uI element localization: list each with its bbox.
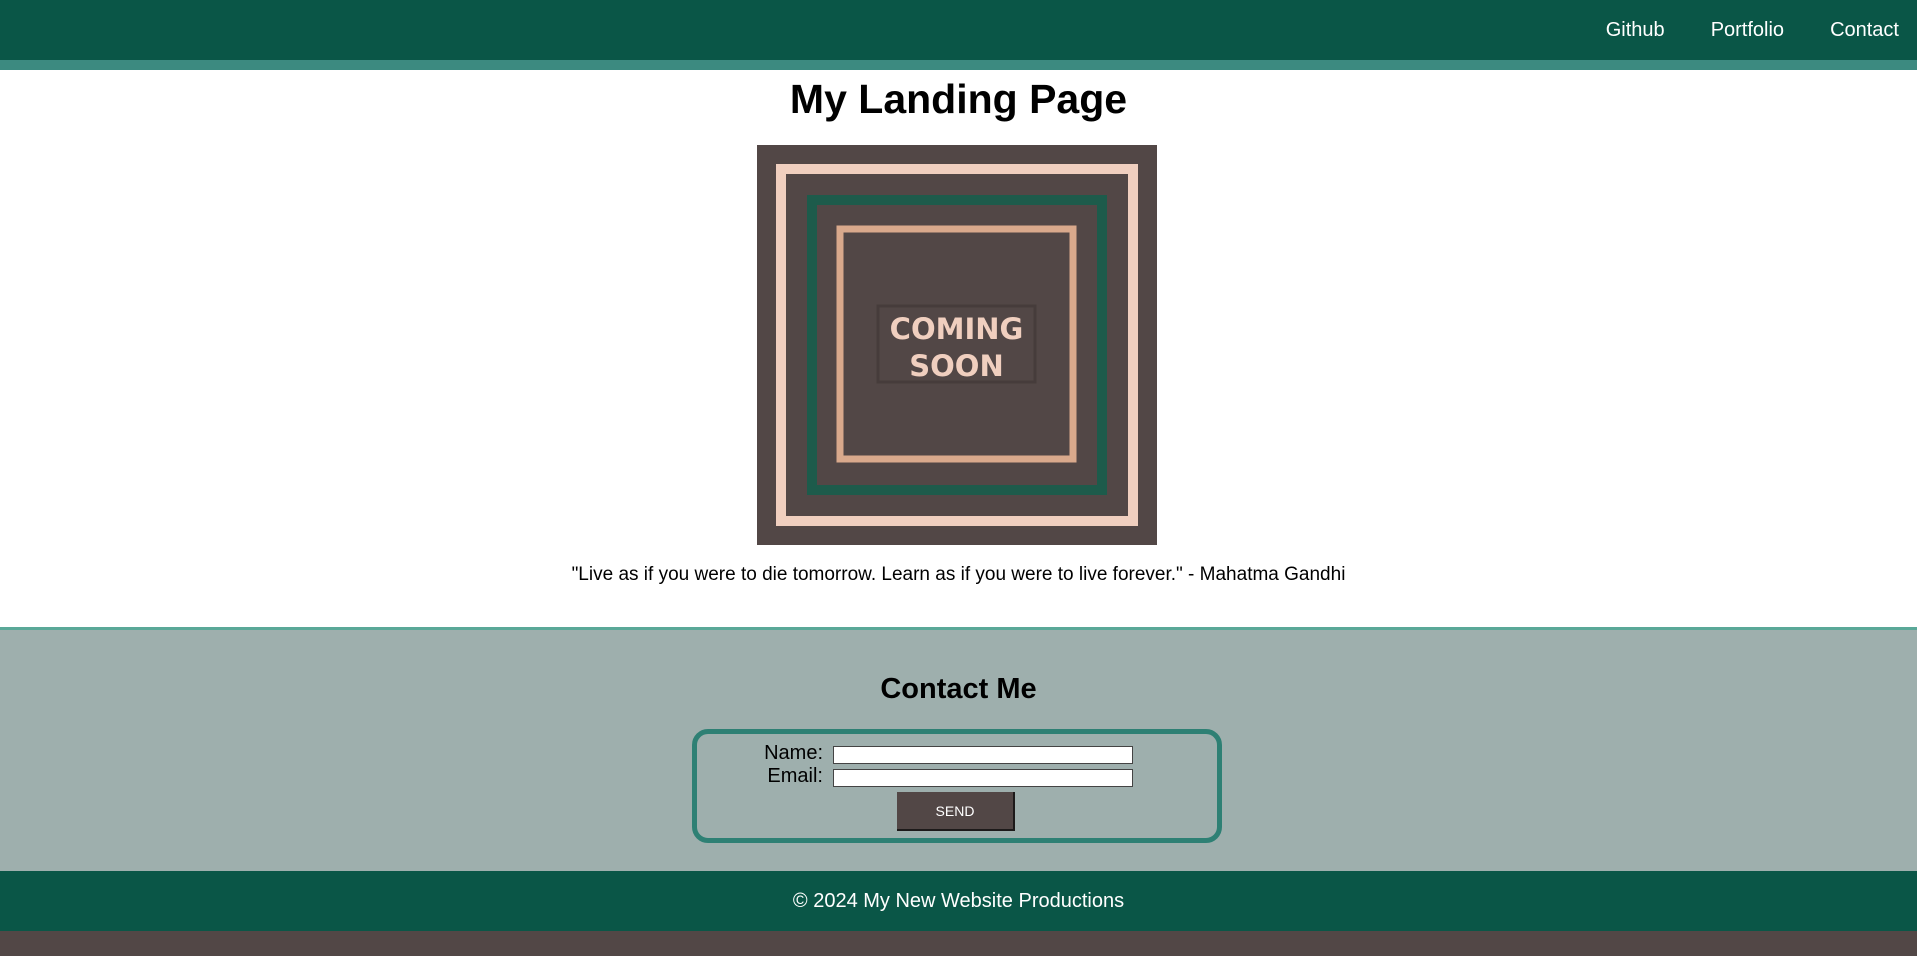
nav-link-contact[interactable]: Contact [1830,19,1899,42]
hero-text-line2: SOON [909,349,1003,383]
copyright-text: © 2024 My New Website Productions [792,890,1125,912]
coming-soon-image: COMING SOON [757,145,1157,545]
nav-links: Github Portfolio Contact [1606,0,1899,60]
send-button[interactable]: SEND [897,792,1015,831]
quote-text: "Live as if you were to die tomorrow. Le… [571,564,1346,585]
name-field[interactable] [833,746,1133,764]
navbar-accent-stripe [0,60,1917,70]
email-field[interactable] [833,769,1133,787]
top-navbar: Github Portfolio Contact [0,0,1917,60]
email-row: Email: [697,765,1217,787]
nav-link-portfolio[interactable]: Portfolio [1711,19,1784,42]
hero-text-line1: COMING [890,312,1024,346]
email-label: Email: [767,765,823,787]
contact-title: Contact Me [880,673,1037,705]
footer: © 2024 My New Website Productions [0,871,1917,931]
contact-form: Name: Email: SEND [692,729,1222,843]
name-label: Name: [764,742,823,764]
contact-section: Contact Me Name: Email: SEND [0,627,1917,871]
nav-link-github[interactable]: Github [1606,19,1665,42]
footer-bottom-bar [0,931,1917,956]
page-title: My Landing Page [789,76,1128,122]
name-row: Name: [697,742,1217,764]
